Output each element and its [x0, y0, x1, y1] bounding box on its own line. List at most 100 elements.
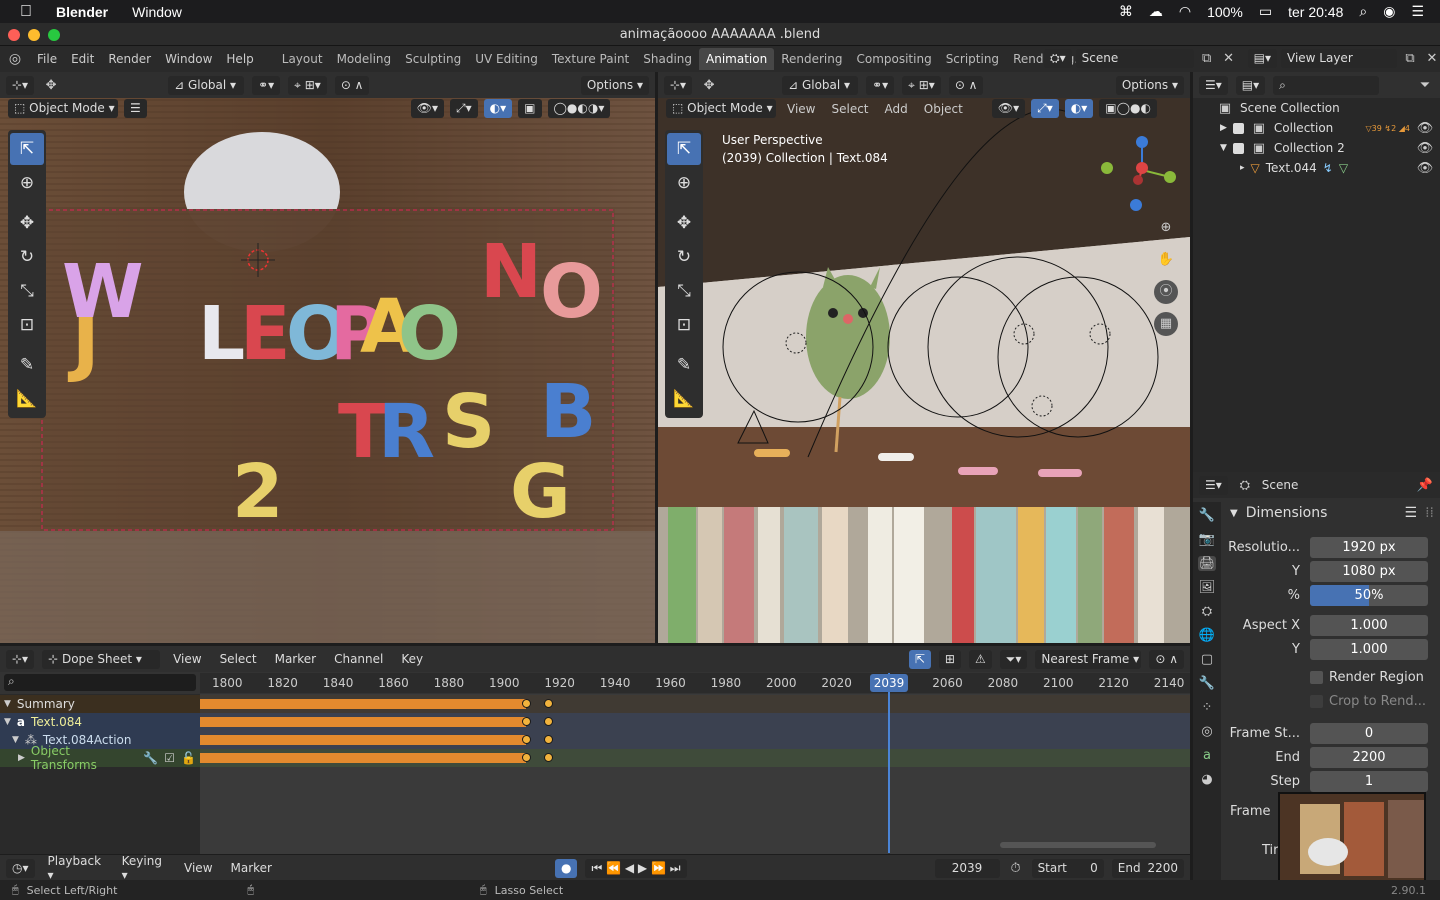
- shading-modes-icon[interactable]: ◯●◐◑▾: [547, 99, 611, 118]
- aspect-x-field[interactable]: 1.000: [1310, 615, 1428, 636]
- scale-icon-right[interactable]: ⤡: [667, 275, 701, 307]
- apple-icon[interactable]: : [20, 3, 32, 21]
- measure-icon[interactable]: 📐: [10, 383, 44, 415]
- keyframe[interactable]: [544, 717, 553, 726]
- render-region-row[interactable]: Render Region: [1310, 670, 1424, 685]
- dopesheet-mode-dropdown[interactable]: ⊹ Dope Sheet ▾: [42, 649, 161, 669]
- options-dropdown-right[interactable]: Options ▾: [1115, 75, 1184, 95]
- only-errors-icon[interactable]: ⚠: [968, 649, 992, 669]
- drag-handle-icon[interactable]: ⁞⁞: [1425, 505, 1434, 521]
- editor-type-icon-right[interactable]: ⊹▾: [664, 75, 693, 95]
- snap-mode-dropdown[interactable]: Nearest Frame ▾: [1035, 649, 1142, 669]
- channel-checkbox-icon[interactable]: ☑: [164, 751, 175, 765]
- keyframe[interactable]: [544, 753, 553, 762]
- left-viewport[interactable]: L E O P A O T R S N O J W 2 G B: [0, 97, 655, 643]
- delete-view-layer-icon[interactable]: ✕: [1423, 51, 1440, 66]
- move-icon[interactable]: ✥: [10, 207, 44, 239]
- action-hold-bar[interactable]: [200, 735, 526, 745]
- scene-selector-icon[interactable]: ⛭▾: [1044, 49, 1072, 68]
- channel-summary[interactable]: ▼ Summary: [0, 695, 200, 713]
- ortho-grid-icon[interactable]: ▦: [1154, 312, 1178, 336]
- eye-icon[interactable]: 👁: [1416, 161, 1434, 176]
- overlays-icon-right[interactable]: ◐▾: [1064, 99, 1094, 118]
- blender-logo-icon[interactable]: ◎: [0, 51, 30, 67]
- expand-arrow-icon[interactable]: ▶: [18, 753, 25, 763]
- siri-icon[interactable]: ◉: [1383, 3, 1395, 20]
- pivot-icon-right[interactable]: ⚭▾: [866, 75, 895, 95]
- visibility-icon-right[interactable]: 👁▾: [991, 99, 1026, 118]
- stopwatch-icon[interactable]: ⏱: [1008, 861, 1024, 876]
- cursor-icon-right[interactable]: ⊕: [667, 167, 701, 199]
- tab-uv-editing[interactable]: UV Editing: [468, 48, 545, 70]
- proportional-edit-icon[interactable]: ⊙ ∧: [334, 75, 370, 95]
- tab-shading[interactable]: Shading: [636, 48, 699, 70]
- navigation-gizmo[interactable]: [1098, 132, 1184, 212]
- menu-help[interactable]: Help: [219, 52, 260, 66]
- new-view-layer-icon[interactable]: ⧉: [1401, 51, 1419, 66]
- zoom-icon[interactable]: ⊕: [1154, 216, 1178, 240]
- pin-icon[interactable]: 📌: [1416, 478, 1434, 493]
- keyframe[interactable]: [522, 699, 531, 708]
- collapse-arrow-icon[interactable]: ▼: [4, 699, 11, 709]
- close-window-button[interactable]: [8, 29, 20, 41]
- menu-select-3d[interactable]: Select: [826, 102, 873, 116]
- transform-tool-icon-right[interactable]: ✥: [700, 78, 718, 93]
- delete-scene-icon[interactable]: ✕: [1220, 51, 1238, 66]
- annotate-icon[interactable]: ✎: [10, 349, 44, 381]
- scene-name-field[interactable]: Scene: [1075, 49, 1194, 68]
- tab-rendering[interactable]: Rendering: [774, 48, 849, 70]
- collapse-arrow-icon[interactable]: ▼: [1220, 143, 1227, 153]
- collapse-arrow-icon[interactable]: ▼: [12, 735, 19, 745]
- view-layer-name-field[interactable]: View Layer: [1281, 49, 1397, 68]
- ds-menu-key[interactable]: Key: [396, 652, 428, 666]
- keyframe[interactable]: [522, 717, 531, 726]
- timeline-editor-type-icon[interactable]: ◷▾: [6, 858, 35, 878]
- options-dropdown[interactable]: Options ▾: [580, 75, 649, 95]
- resolution-y-field[interactable]: 1080 px: [1310, 561, 1428, 582]
- new-scene-icon[interactable]: ⧉: [1198, 51, 1216, 66]
- snap-icon-right[interactable]: ⌖ ⊞▾: [902, 75, 941, 95]
- view-layer-selector-icon[interactable]: ▤▾: [1247, 49, 1277, 68]
- presets-list-icon[interactable]: ☰: [1405, 505, 1418, 521]
- show-hidden-icon[interactable]: ⊞: [938, 649, 961, 669]
- app-menu[interactable]: Blender: [56, 4, 108, 20]
- timeline-ruler[interactable]: 1800 1820 1840 1860 1880 1900 1920 1940 1960 1980…: [200, 673, 1190, 693]
- crop-checkbox[interactable]: [1310, 695, 1323, 708]
- outliner-item-text-044[interactable]: ▸ ▽ Text.044 ↯ ▽ 👁: [1196, 158, 1440, 178]
- auto-keying-icon[interactable]: ●: [555, 858, 578, 878]
- filter-icon[interactable]: ⏷: [1416, 78, 1434, 93]
- current-frame-field[interactable]: 2039: [934, 858, 1000, 878]
- measure-icon-right[interactable]: 📐: [667, 383, 701, 415]
- properties-editor-type-icon[interactable]: ☰▾: [1199, 475, 1228, 495]
- scale-icon[interactable]: ⤡: [10, 275, 44, 307]
- ds-menu-view[interactable]: View: [168, 652, 206, 666]
- tl-view-menu[interactable]: View: [179, 861, 217, 875]
- wifi-icon[interactable]: ◠: [1179, 3, 1191, 20]
- transforms-hold-bar[interactable]: [200, 753, 526, 763]
- transform-orientation-dropdown[interactable]: ⊿ Global ▾: [168, 75, 245, 95]
- particles-tab-icon[interactable]: ⁘: [1198, 700, 1216, 715]
- tl-marker-menu[interactable]: Marker: [226, 861, 277, 875]
- window-menu[interactable]: Window: [132, 4, 182, 20]
- cursor-icon[interactable]: ⊕: [10, 167, 44, 199]
- eye-icon[interactable]: 👁: [1416, 141, 1434, 156]
- menu-window[interactable]: Window: [158, 52, 219, 66]
- control-center-icon[interactable]: ☰: [1411, 3, 1424, 20]
- aspect-y-field[interactable]: 1.000: [1310, 639, 1428, 660]
- outliner-item-collection-2[interactable]: ▼ ▣ Collection 2 👁: [1196, 138, 1440, 158]
- playhead-line[interactable]: [888, 673, 890, 853]
- channel-object-transforms[interactable]: ▶ Object Transforms 🔧 ☑ 🔓: [0, 744, 200, 772]
- outliner-search-input[interactable]: ⌕: [1273, 75, 1380, 95]
- ds-proportional-icon[interactable]: ⊙ ∧: [1149, 649, 1184, 669]
- end-frame-field[interactable]: End 2200: [1111, 858, 1184, 878]
- expand-arrow-icon[interactable]: ▶: [1220, 123, 1227, 133]
- transform-icon-right[interactable]: ⊡: [667, 309, 701, 341]
- tab-sculpting[interactable]: Sculpting: [398, 48, 468, 70]
- render-region-checkbox[interactable]: [1310, 671, 1323, 684]
- camera-view-icon[interactable]: ⦿: [1154, 280, 1178, 304]
- collapse-arrow-icon[interactable]: ▼: [4, 717, 11, 727]
- tab-modeling[interactable]: Modeling: [330, 48, 399, 70]
- xray-icon[interactable]: ▣: [518, 99, 542, 118]
- editor-type-icon[interactable]: ⊹▾: [6, 75, 35, 95]
- channel-search-input[interactable]: ⌕: [4, 674, 196, 691]
